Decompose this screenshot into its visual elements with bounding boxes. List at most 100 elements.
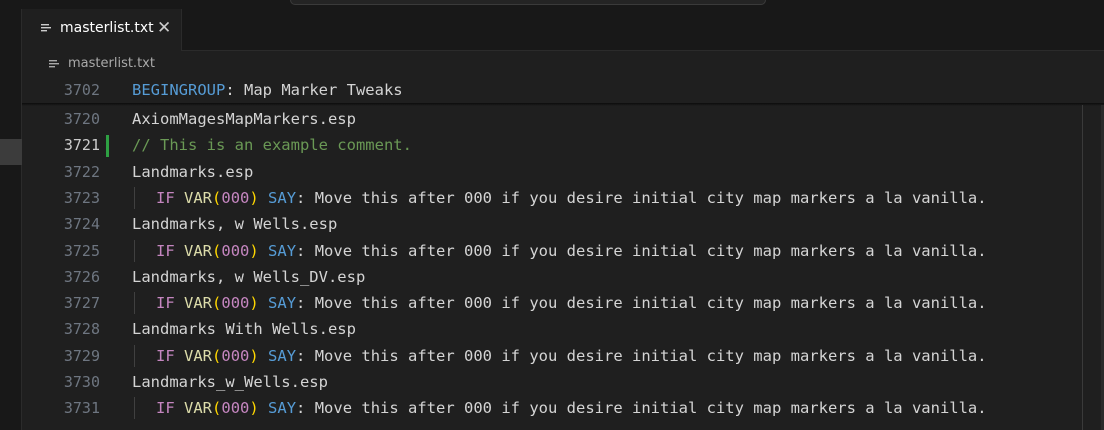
line-code: IF VAR(000) SAY: Move this after 000 if … (132, 186, 987, 209)
line-number: 3723 (63, 188, 100, 207)
line-number: 3727 (63, 294, 100, 313)
line-number: 3702 (63, 81, 100, 99)
function-token: VAR (184, 188, 213, 207)
line-code: Landmarks.esp (132, 161, 253, 183)
breadcrumb: masterlist.txt (22, 51, 1104, 77)
function-token: VAR (184, 346, 213, 365)
plugin-name: AxiomMagesMapMarkers.esp (132, 110, 356, 128)
say-token: SAY (268, 241, 297, 260)
code-editor[interactable]: 3702 BEGINGROUP: Map Marker Tweaks 3720 A… (22, 77, 1104, 430)
bracket-token: ( (212, 346, 222, 365)
message-token: : Move this after 000 if you desire init… (296, 241, 987, 260)
line-code: Landmarks, w Wells.esp (132, 213, 337, 235)
indent-guide (134, 186, 135, 209)
line-code: IF VAR(000) SAY: Move this after 000 if … (132, 397, 987, 420)
message-token: : Move this after 000 if you desire init… (296, 294, 987, 313)
plugin-name: Landmarks.esp (132, 162, 254, 181)
breadcrumb-file[interactable]: masterlist.txt (68, 56, 155, 71)
line-number: 3721 (63, 136, 100, 155)
activity-bar-active-item[interactable] (0, 139, 22, 165)
control-token: IF (156, 188, 175, 207)
plugin-name: Landmarks With Wells.esp (132, 320, 356, 339)
plugin-name: Landmarks_w_Wells.esp (132, 373, 328, 391)
indent-guide (134, 344, 135, 367)
argument-token: 000 (221, 294, 250, 313)
line-code: IF VAR(000) SAY: Move this after 000 if … (132, 239, 987, 262)
argument-token: 000 (221, 346, 250, 365)
message-token: : Move this after 000 if you desire init… (296, 346, 987, 365)
line-code: IF VAR(000) SAY: Move this after 000 if … (132, 344, 987, 367)
bracket-token: ( (212, 399, 222, 418)
sticky-rest: : Map Marker Tweaks (225, 81, 403, 99)
line-code: Landmarks_w_Wells.esp (132, 371, 328, 393)
code-line[interactable]: 3726 Landmarks, w Wells_DV.esp (22, 264, 1104, 290)
line-number: 3730 (63, 373, 100, 391)
indent-guide (134, 292, 135, 315)
bracket-token: ) (249, 241, 259, 260)
line-code: Landmarks With Wells.esp (132, 318, 356, 340)
code-line[interactable]: 3729 IF VAR(000) SAY: Move this after 000… (22, 343, 1104, 369)
indent-guide (134, 239, 135, 262)
plugin-name: Landmarks, w Wells.esp (132, 215, 338, 234)
code-line[interactable]: 3722 Landmarks.esp (22, 159, 1104, 185)
argument-token: 000 (221, 241, 250, 260)
line-number: 3720 (63, 110, 100, 128)
line-number: 3722 (63, 162, 100, 181)
editor-tab-bar: masterlist.txt ✕ (22, 9, 1104, 51)
close-icon[interactable]: ✕ (157, 18, 171, 38)
say-token: SAY (268, 346, 297, 365)
line-number: 3731 (63, 399, 100, 418)
line-code: Landmarks, w Wells_DV.esp (132, 266, 365, 288)
code-line[interactable]: 3720 AxiomMagesMapMarkers.esp (22, 106, 1104, 132)
message-token: : Move this after 000 if you desire init… (296, 188, 987, 207)
code-line[interactable]: 3724 Landmarks, w Wells.esp (22, 211, 1104, 237)
keyword-token: BEGINGROUP (132, 81, 226, 99)
code-line[interactable]: 3721 // This is an example comment. (22, 132, 1104, 158)
control-token: IF (156, 346, 175, 365)
indent-guide (134, 397, 135, 420)
say-token: SAY (268, 399, 297, 418)
say-token: SAY (268, 294, 297, 313)
bracket-token: ) (249, 346, 259, 365)
sticky-scroll-line[interactable]: 3702 BEGINGROUP: Map Marker Tweaks (22, 77, 1104, 103)
say-token: SAY (268, 188, 297, 207)
line-code: IF VAR(000) SAY: Move this after 000 if … (132, 292, 987, 315)
tab-masterlist[interactable]: masterlist.txt ✕ (22, 9, 182, 51)
bracket-token: ( (212, 188, 222, 207)
code-line[interactable]: 3731 IF VAR(000) SAY: Move this after 000… (22, 395, 1104, 421)
bracket-token: ( (212, 241, 222, 260)
title-bar (0, 0, 1104, 9)
line-number: 3729 (63, 346, 100, 365)
function-token: VAR (184, 399, 213, 418)
bracket-token: ) (249, 294, 259, 313)
plugin-name: Landmarks, w Wells_DV.esp (132, 267, 366, 286)
control-token: IF (156, 241, 175, 260)
code-line[interactable]: 3728 Landmarks With Wells.esp (22, 316, 1104, 342)
control-token: IF (156, 399, 175, 418)
tab-label: masterlist.txt (60, 20, 154, 36)
code-line[interactable]: 3723 IF VAR(000) SAY: Move this after 000… (22, 185, 1104, 211)
line-number: 3726 (63, 267, 100, 286)
bracket-token: ( (212, 294, 222, 313)
argument-token: 000 (221, 188, 250, 207)
comment-token: // This is an example comment. (132, 136, 412, 155)
bracket-token: ) (249, 188, 259, 207)
command-center[interactable] (290, 0, 766, 5)
line-number: 3725 (63, 241, 100, 260)
line-number: 3728 (63, 320, 100, 339)
control-token: IF (156, 294, 175, 313)
file-lines-icon (41, 24, 51, 32)
sticky-code: BEGINGROUP: Map Marker Tweaks (132, 79, 403, 101)
activity-bar (0, 9, 22, 430)
line-number: 3724 (63, 215, 100, 234)
code-line[interactable]: 3727 IF VAR(000) SAY: Move this after 000… (22, 290, 1104, 316)
code-line[interactable]: 3730 Landmarks_w_Wells.esp (22, 369, 1104, 395)
function-token: VAR (184, 294, 213, 313)
message-token: : Move this after 000 if you desire init… (296, 399, 987, 418)
code-line[interactable]: 3725 IF VAR(000) SAY: Move this after 000… (22, 238, 1104, 264)
line-code: AxiomMagesMapMarkers.esp (132, 108, 356, 130)
argument-token: 000 (221, 399, 250, 418)
bracket-token: ) (249, 399, 259, 418)
line-code: // This is an example comment. (132, 134, 412, 156)
file-lines-icon (49, 60, 59, 68)
